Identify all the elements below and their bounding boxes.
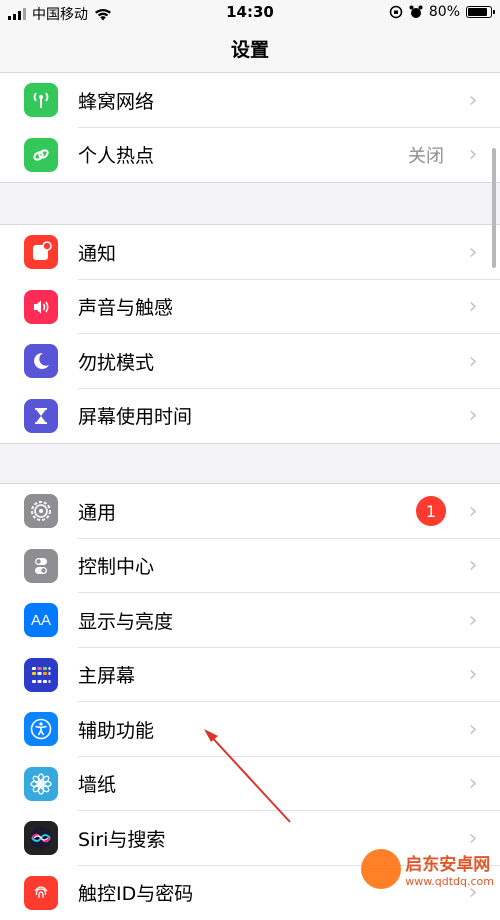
settings-row-screen-time[interactable]: 屏幕使用时间 › (0, 389, 500, 444)
cellular-antenna-icon (24, 83, 58, 117)
battery-icon (466, 6, 492, 18)
row-label: 控制中心 (78, 552, 458, 579)
moon-icon (24, 344, 58, 378)
chevron-right-icon: › (458, 771, 488, 796)
watermark: 启东安卓网 www.qdtdq.com (361, 849, 494, 889)
scroll-indicator[interactable] (492, 148, 496, 268)
settings-row-accessibility[interactable]: 辅助功能 › (0, 702, 500, 757)
hourglass-icon (24, 399, 58, 433)
row-label: 通用 (78, 498, 416, 525)
row-label: 勿扰模式 (78, 348, 458, 375)
row-label: 个人热点 (78, 141, 408, 168)
text-size-icon: AA (24, 603, 58, 637)
chevron-right-icon: › (458, 294, 488, 319)
watermark-title: 启东安卓网 (405, 850, 494, 875)
settings-group-notifications: 通知 › 声音与触感 › 勿扰模式 › (0, 224, 500, 444)
update-badge: 1 (416, 496, 446, 526)
alarm-icon (409, 5, 423, 19)
settings-row-wallpaper[interactable]: 墙纸 › (0, 757, 500, 812)
status-bar: 中国移动 14:30 80% (0, 0, 500, 26)
notification-icon (24, 235, 58, 269)
chevron-right-icon: › (458, 662, 488, 687)
chevron-right-icon: › (458, 349, 488, 374)
settings-row-sounds[interactable]: 声音与触感 › (0, 280, 500, 335)
row-label: 显示与亮度 (78, 607, 458, 634)
chevron-right-icon: › (458, 553, 488, 578)
settings-row-display[interactable]: AA 显示与亮度 › (0, 593, 500, 648)
hotspot-chain-icon (24, 138, 58, 172)
home-grid-icon (24, 658, 58, 692)
settings-row-hotspot[interactable]: 个人热点 关闭 › (0, 128, 500, 183)
chevron-right-icon: › (458, 240, 488, 265)
settings-row-do-not-disturb[interactable]: 勿扰模式 › (0, 334, 500, 389)
row-label: 屏幕使用时间 (78, 402, 458, 429)
page-title: 设置 (0, 26, 500, 74)
settings-row-general[interactable]: 通用 1 › (0, 484, 500, 539)
siri-icon (24, 821, 58, 855)
settings-row-control-center[interactable]: 控制中心 › (0, 539, 500, 594)
settings-group-network: 蜂窝网络 › 个人热点 关闭 › (0, 72, 500, 183)
wallpaper-flower-icon (24, 767, 58, 801)
fingerprint-icon (24, 876, 58, 910)
battery-percentage: 80% (429, 4, 460, 20)
row-label: 墙纸 (78, 770, 458, 797)
chevron-right-icon: › (458, 499, 488, 524)
row-label: 声音与触感 (78, 293, 458, 320)
watermark-logo-icon (361, 849, 401, 889)
chevron-right-icon: › (458, 403, 488, 428)
hotspot-status-value: 关闭 (408, 142, 444, 168)
orientation-lock-icon (389, 5, 403, 19)
chevron-right-icon: › (458, 142, 488, 167)
settings-row-notifications[interactable]: 通知 › (0, 225, 500, 280)
settings-row-home-screen[interactable]: 主屏幕 › (0, 648, 500, 703)
chevron-right-icon: › (458, 608, 488, 633)
row-label: 辅助功能 (78, 716, 458, 743)
chevron-right-icon: › (458, 826, 488, 851)
toggles-icon (24, 549, 58, 583)
settings-row-cellular[interactable]: 蜂窝网络 › (0, 73, 500, 128)
accessibility-icon (24, 712, 58, 746)
row-label: 主屏幕 (78, 661, 458, 688)
status-right: 80% (389, 4, 492, 20)
chevron-right-icon: › (458, 88, 488, 113)
row-label: 通知 (78, 239, 458, 266)
row-label: 蜂窝网络 (78, 87, 458, 114)
gear-icon (24, 494, 58, 528)
speaker-icon (24, 290, 58, 324)
chevron-right-icon: › (458, 717, 488, 742)
watermark-url: www.qdtdq.com (405, 875, 494, 888)
row-label: Siri与搜索 (78, 825, 458, 852)
